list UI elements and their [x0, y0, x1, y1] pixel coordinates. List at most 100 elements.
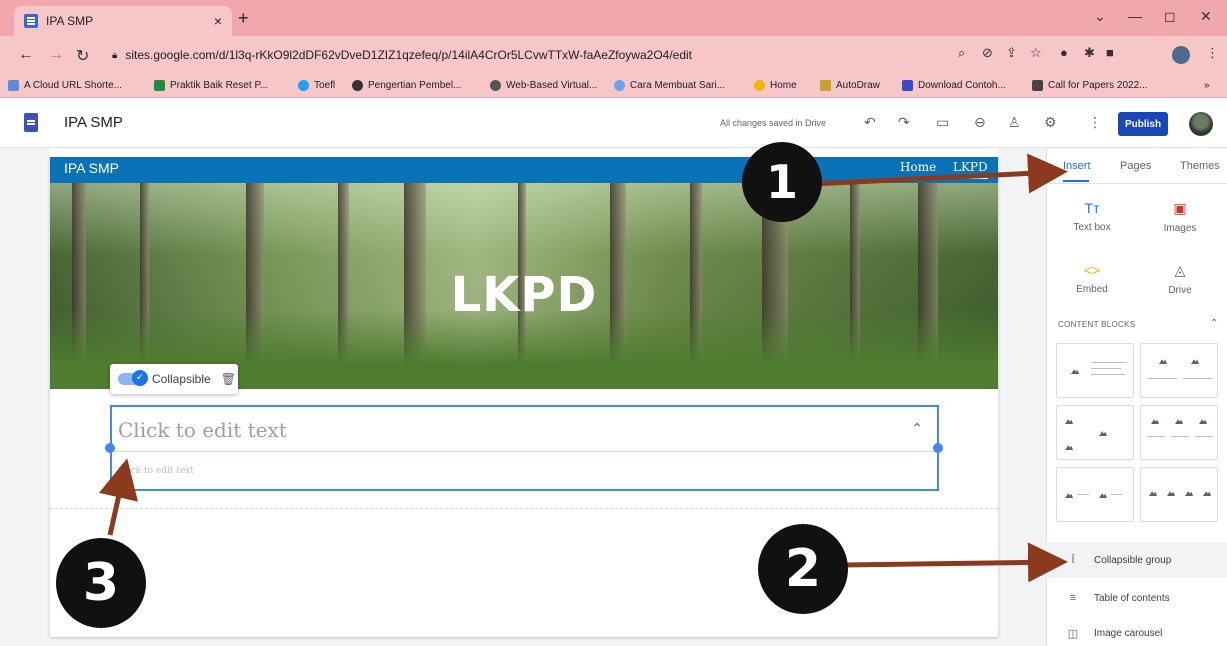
redo-icon[interactable]: ↷	[898, 114, 910, 131]
hero-banner[interactable]: LKPD	[50, 183, 998, 389]
menu-kebab-icon[interactable]: ⋮	[1206, 45, 1219, 61]
bookmark-item[interactable]: A Cloud URL Shorte...	[8, 80, 122, 91]
text-line	[1171, 436, 1189, 437]
address-bar-row: ← → ↻ 🔒︎ sites.google.com/d/1l3q-rKkO9l2…	[0, 36, 1227, 74]
hero-title[interactable]: LKPD	[50, 267, 998, 323]
preview-icon[interactable]: ▭	[936, 114, 949, 131]
lock-icon: 🔒︎	[112, 49, 118, 61]
bookmark-item[interactable]: AutoDraw	[820, 80, 880, 91]
image-placeholder-icon	[1185, 491, 1193, 496]
share-with-others-icon[interactable]: ♙	[1008, 114, 1021, 131]
resize-handle-left[interactable]	[105, 443, 115, 453]
content-block-four-images[interactable]	[1140, 467, 1218, 522]
collapsible-body[interactable]: Click to edit text	[118, 466, 194, 476]
extensions-puzzle-icon[interactable]: ✱	[1084, 45, 1095, 61]
bookmark-item[interactable]: Home	[754, 80, 797, 91]
account-avatar[interactable]	[1189, 112, 1213, 136]
browser-tab-strip: IPA SMP × + ⌄ — ◻ ✕	[0, 0, 1227, 36]
tab-insert[interactable]: Insert	[1063, 160, 1091, 172]
new-tab-button[interactable]: +	[238, 8, 249, 29]
settings-gear-icon[interactable]: ⚙	[1044, 114, 1057, 131]
content-block-three-images[interactable]	[1140, 405, 1218, 460]
nav-link-home[interactable]: Home	[900, 160, 936, 174]
bookmarks-bar: A Cloud URL Shorte... Praktik Baik Reset…	[0, 74, 1227, 98]
sites-logo-icon[interactable]	[24, 113, 38, 132]
collapsible-header[interactable]: Click to edit text ⌃	[112, 407, 937, 452]
profile-avatar[interactable]	[1172, 46, 1190, 64]
zoom-icon[interactable]: ⌕	[958, 45, 965, 61]
extension-icon[interactable]: ●	[1060, 45, 1068, 60]
image-placeholder-icon	[1065, 419, 1073, 424]
collapsible-text-box[interactable]: Click to edit text ⌃ Click to edit text	[110, 405, 939, 491]
bookmark-item[interactable]: Download Contoh...	[902, 80, 1006, 91]
insert-images[interactable]: ▣ Images	[1140, 200, 1220, 234]
restore-icon[interactable]: ◻	[1164, 8, 1176, 25]
insert-image-carousel[interactable]: ◫ Image carousel	[1046, 615, 1227, 646]
undo-icon[interactable]: ↶	[864, 114, 876, 131]
bookmark-favicon-icon	[298, 80, 309, 91]
collapsible-group-icon: Ī	[1071, 554, 1075, 566]
collapsible-toggle[interactable]	[118, 370, 148, 386]
bookmark-star-icon[interactable]: ☆	[1030, 45, 1042, 61]
image-placeholder-icon	[1167, 491, 1175, 496]
forward-icon[interactable]: →	[48, 46, 64, 64]
resize-handle-right[interactable]	[933, 443, 943, 453]
nav-link-lkpd[interactable]: LKPD	[953, 160, 988, 179]
list-item-label: Table of contents	[1094, 592, 1170, 604]
bookmark-item[interactable]: Praktik Baik Reset P...	[154, 80, 268, 91]
image-placeholder-icon	[1159, 359, 1167, 364]
content-block-image-text[interactable]	[1056, 343, 1134, 398]
delete-icon[interactable]: 🗑︎	[221, 372, 236, 386]
image-placeholder-icon	[1065, 493, 1073, 498]
collapsible-title[interactable]: Click to edit text	[118, 418, 287, 442]
insert-drive[interactable]: ◬ Drive	[1140, 262, 1220, 296]
insert-item-label: Embed	[1076, 284, 1108, 295]
insert-text-box[interactable]: Tт Text box	[1052, 200, 1132, 233]
site-name[interactable]: IPA SMP	[64, 160, 119, 176]
browser-tab[interactable]: IPA SMP ×	[14, 6, 232, 36]
image-placeholder-icon	[1151, 419, 1159, 424]
reload-icon[interactable]: ↻	[76, 46, 89, 66]
copy-link-icon[interactable]: ⊖	[974, 114, 986, 131]
editor-header: IPA SMP All changes saved in Drive ↶ ↷ ▭…	[0, 98, 1227, 148]
text-line	[1091, 362, 1127, 363]
publish-button[interactable]: Publish	[1118, 112, 1168, 136]
url-field[interactable]: 🔒︎ sites.google.com/d/1l3q-rKkO9l2dDF62v…	[112, 42, 992, 68]
tab-pages[interactable]: Pages	[1120, 160, 1151, 172]
tab-search-icon[interactable]: ⌄	[1094, 8, 1106, 25]
collapsible-toggle-label: Collapsible	[152, 372, 211, 386]
bookmarks-overflow-icon[interactable]: »	[1204, 80, 1210, 91]
hide-icon[interactable]: ⊘	[982, 45, 993, 61]
content-block-two-images[interactable]	[1140, 343, 1218, 398]
chevron-up-icon[interactable]: ⌃	[911, 420, 923, 437]
bookmark-item[interactable]: Call for Papers 2022...	[1032, 80, 1148, 91]
more-options-icon[interactable]: ⋮	[1088, 114, 1102, 131]
image-placeholder-icon	[1099, 431, 1107, 436]
insert-embed[interactable]: <> Embed	[1052, 262, 1132, 295]
content-block-image-grid[interactable]	[1056, 405, 1134, 460]
insert-collapsible-group[interactable]: Ī Collapsible group	[1046, 542, 1227, 578]
minimize-icon[interactable]: —	[1128, 8, 1142, 24]
close-window-icon[interactable]: ✕	[1200, 8, 1212, 25]
insert-table-of-contents[interactable]: ≡ Table of contents	[1046, 580, 1227, 616]
image-icon: ▣	[1173, 200, 1187, 216]
bookmark-item[interactable]: Web-Based Virtual...	[490, 80, 597, 91]
url-text: sites.google.com/d/1l3q-rKkO9l2dDF62vDve…	[125, 48, 693, 62]
bookmark-favicon-icon	[154, 80, 165, 91]
tab-themes[interactable]: Themes	[1180, 160, 1220, 172]
text-line	[1111, 494, 1123, 495]
side-panel-icon[interactable]: ■	[1106, 45, 1114, 60]
panel-divider	[1046, 183, 1227, 184]
section-divider	[50, 508, 998, 509]
embed-icon: <>	[1083, 262, 1101, 278]
share-icon[interactable]: ⇪	[1006, 45, 1017, 61]
site-title[interactable]: IPA SMP	[64, 114, 123, 131]
bookmark-favicon-icon	[902, 80, 913, 91]
tab-close-icon[interactable]: ×	[214, 13, 222, 29]
chevron-up-icon[interactable]: ⌃	[1210, 318, 1218, 329]
bookmark-item[interactable]: Pengertian Pembel...	[352, 80, 461, 91]
content-block-image-text-pairs[interactable]	[1056, 467, 1134, 522]
bookmark-item[interactable]: Toefl	[298, 80, 335, 91]
bookmark-item[interactable]: Cara Membuat Sari...	[614, 80, 725, 91]
back-icon[interactable]: ←	[18, 46, 34, 64]
